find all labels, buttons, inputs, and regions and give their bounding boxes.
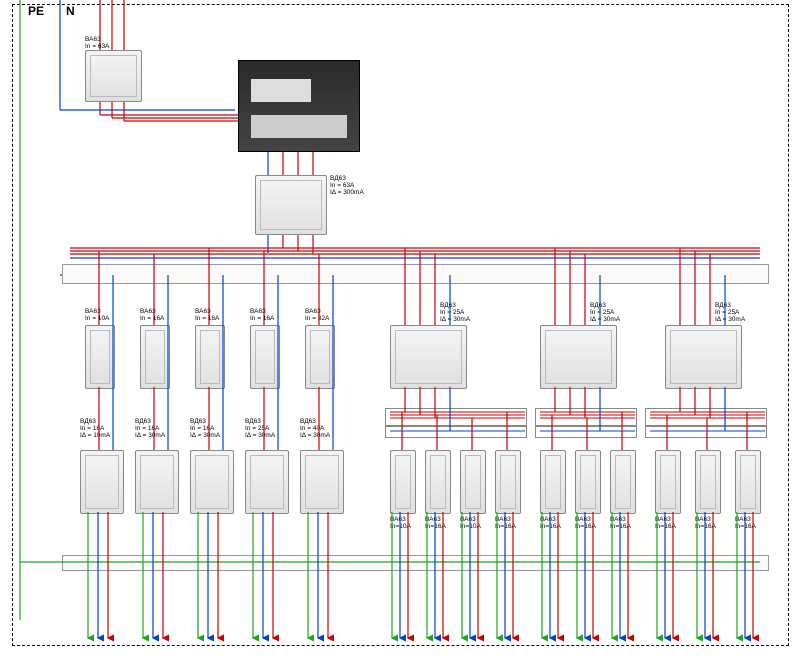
output-arrows: [0, 0, 802, 667]
electrical-panel-diagram: PE N ВА63In =: [0, 0, 802, 667]
